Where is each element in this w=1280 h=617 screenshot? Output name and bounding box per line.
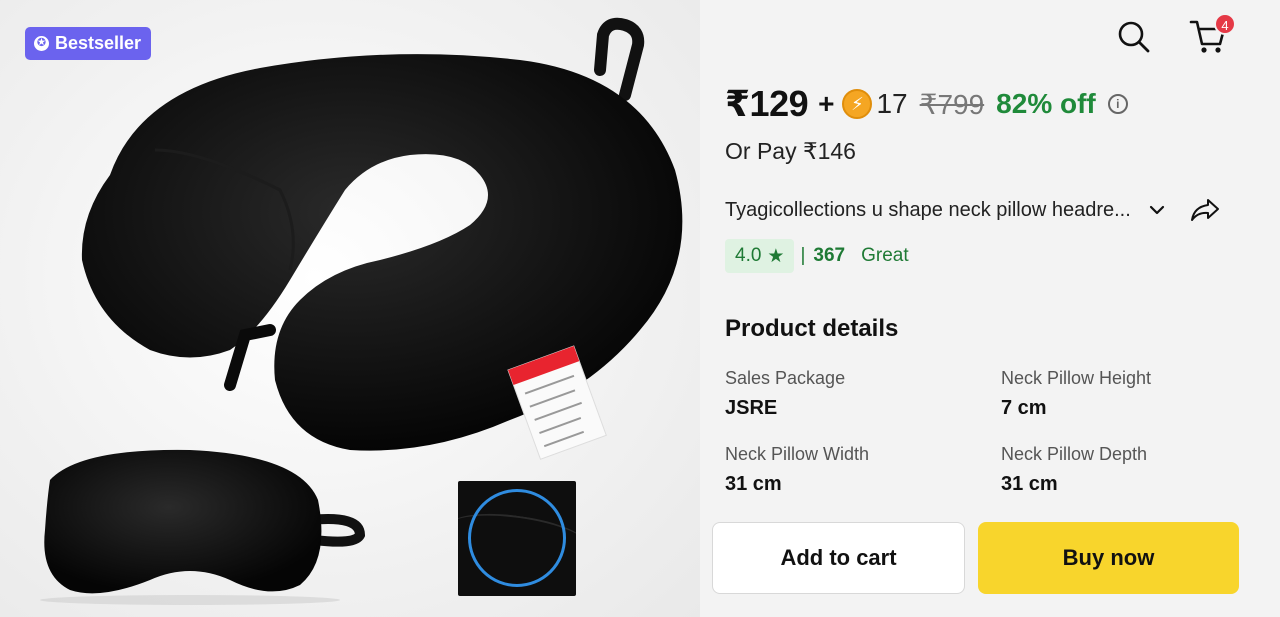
bestseller-badge: ✪ Bestseller — [25, 27, 152, 60]
spec-depth: Neck Pillow Depth 31 cm — [1001, 444, 1147, 496]
spec-sales-package: Sales Package JSRE — [725, 368, 845, 420]
spec-label: Neck Pillow Depth — [1001, 444, 1148, 464]
spec-value: 31 cm — [1001, 473, 1058, 495]
spec-width: Neck Pillow Width 31 cm — [725, 444, 869, 496]
spec-value: 31 cm — [725, 473, 782, 495]
search-icon — [1118, 21, 1150, 53]
product-details-heading: Product details — [725, 315, 899, 342]
product-image-area[interactable]: ✪ Bestseller — [0, 0, 700, 617]
chevron-down-icon — [1149, 205, 1164, 215]
cart-button[interactable]: 4 — [1186, 13, 1236, 58]
bestseller-label: Bestseller — [55, 33, 142, 53]
rating-chip[interactable]: 4.0 ★ — [725, 239, 795, 273]
spec-label: Neck Pillow Width — [725, 444, 870, 464]
zoom-ring — [468, 489, 566, 587]
neck-pillow-image — [40, 17, 683, 605]
or-pay-price: Or Pay ₹146 — [725, 138, 856, 164]
coin-amount: 17 — [876, 88, 908, 119]
price-plus: + — [818, 88, 835, 119]
rating-word: Great — [861, 245, 909, 266]
spec-label: Neck Pillow Height — [1001, 368, 1152, 388]
star-badge-icon: ✪ — [34, 36, 49, 51]
original-price: ₹799 — [919, 88, 985, 120]
spec-label: Sales Package — [725, 368, 846, 388]
cart-count-badge: 4 — [1214, 13, 1236, 35]
add-to-cart-button[interactable]: Add to cart — [712, 522, 965, 594]
star-icon: ★ — [767, 245, 785, 267]
spec-value: JSRE — [725, 397, 778, 419]
share-button[interactable] — [1189, 196, 1221, 224]
lightning-coin-icon: ⚡ — [842, 89, 873, 119]
info-icon[interactable]: i — [1107, 94, 1128, 114]
product-title-row: Tyagicollections u shape neck pillow hea… — [725, 196, 1255, 224]
current-price: ₹129 — [725, 83, 809, 124]
expand-title-button[interactable] — [1145, 198, 1169, 222]
product-title[interactable]: Tyagicollections u shape neck pillow hea… — [725, 199, 1131, 222]
rating-row[interactable]: 4.0 ★ | 367 Great — [725, 239, 909, 273]
share-icon — [1190, 199, 1219, 221]
zoom-thumbnail[interactable] — [458, 481, 576, 596]
rating-separator: | — [800, 245, 806, 266]
search-button[interactable] — [1116, 19, 1152, 55]
rating-count: 367 — [813, 245, 846, 266]
discount-percent: 82% off — [996, 88, 1096, 119]
spec-height: Neck Pillow Height 7 cm — [1001, 368, 1151, 420]
spec-value: 7 cm — [1001, 397, 1047, 419]
buy-now-button[interactable]: Buy now — [978, 522, 1239, 594]
rating-value: 4.0 — [735, 245, 762, 266]
price-row: ₹129 + ⚡ 17 ₹799 82% off i — [725, 83, 1128, 124]
